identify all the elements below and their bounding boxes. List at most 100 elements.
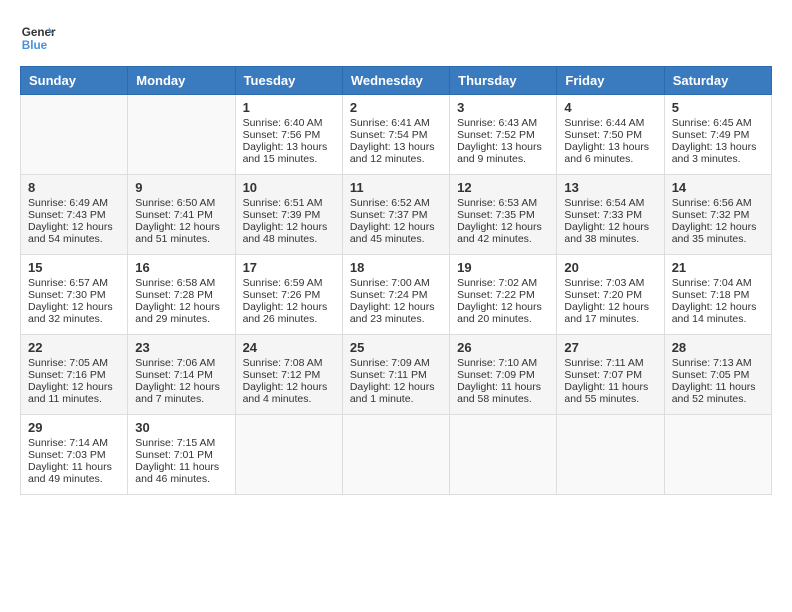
day-number: 17 <box>243 260 335 275</box>
sunrise-text: Sunrise: 6:56 AM <box>672 197 752 209</box>
header-cell-friday: Friday <box>557 67 664 95</box>
sunset-text: Sunset: 7:26 PM <box>243 289 321 301</box>
daylight-label: Daylight: 12 hours and 51 minutes. <box>135 221 220 245</box>
day-number: 19 <box>457 260 549 275</box>
sunrise-text: Sunrise: 6:49 AM <box>28 197 108 209</box>
daylight-label: Daylight: 12 hours and 23 minutes. <box>350 301 435 325</box>
day-number: 23 <box>135 340 227 355</box>
calendar-cell: 20Sunrise: 7:03 AMSunset: 7:20 PMDayligh… <box>557 255 664 335</box>
sunrise-text: Sunrise: 7:10 AM <box>457 357 537 369</box>
calendar-cell: 22Sunrise: 7:05 AMSunset: 7:16 PMDayligh… <box>21 335 128 415</box>
calendar-cell: 27 Sunrise: 7:11 AMSunset: 7:07 PMDayligh… <box>557 335 664 415</box>
day-number: 8 <box>28 180 120 195</box>
daylight-label: Daylight: 12 hours and 48 minutes. <box>243 221 328 245</box>
calendar-cell: 18Sunrise: 7:00 AMSunset: 7:24 PMDayligh… <box>342 255 449 335</box>
daylight-label: Daylight: 13 hours and 9 minutes. <box>457 141 542 165</box>
sunset-text: Sunset: 7:50 PM <box>564 129 642 141</box>
header-cell-saturday: Saturday <box>664 67 771 95</box>
day-number: 20 <box>564 260 656 275</box>
daylight-label: Daylight: 12 hours and 54 minutes. <box>28 221 113 245</box>
sunrise-text: Sunrise: 6:41 AM <box>350 117 430 129</box>
day-number: 15 <box>28 260 120 275</box>
calendar-cell: 23Sunrise: 7:06 AMSunset: 7:14 PMDayligh… <box>128 335 235 415</box>
header-cell-thursday: Thursday <box>450 67 557 95</box>
day-number: 2 <box>350 100 442 115</box>
sunrise-text: Sunrise: 6:50 AM <box>135 197 215 209</box>
daylight-label: Daylight: 11 hours and 55 minutes. <box>564 381 648 405</box>
day-number: 25 <box>350 340 442 355</box>
calendar-cell: 15Sunrise: 6:57 AMSunset: 7:30 PMDayligh… <box>21 255 128 335</box>
daylight-label: Daylight: 12 hours and 20 minutes. <box>457 301 542 325</box>
sunset-text: Sunset: 7:03 PM <box>28 449 106 461</box>
calendar-cell: 24Sunrise: 7:08 AMSunset: 7:12 PMDayligh… <box>235 335 342 415</box>
sunset-text: Sunset: 7:09 PM <box>457 369 535 381</box>
calendar-week-row: 8Sunrise: 6:49 AMSunset: 7:43 PMDaylight… <box>21 175 772 255</box>
calendar-cell: 3Sunrise: 6:43 AMSunset: 7:52 PMDaylight… <box>450 95 557 175</box>
calendar-week-row: 1Sunrise: 6:40 AMSunset: 7:56 PMDaylight… <box>21 95 772 175</box>
sunrise-text: Sunrise: 6:44 AM <box>564 117 644 129</box>
daylight-label: Daylight: 13 hours and 6 minutes. <box>564 141 649 165</box>
calendar-cell: 28Sunrise: 7:13 AMSunset: 7:05 PMDayligh… <box>664 335 771 415</box>
sunset-text: Sunset: 7:28 PM <box>135 289 213 301</box>
daylight-label: Daylight: 11 hours and 58 minutes. <box>457 381 541 405</box>
daylight-label: Daylight: 13 hours and 15 minutes. <box>243 141 328 165</box>
calendar-cell: 5Sunrise: 6:45 AMSunset: 7:49 PMDaylight… <box>664 95 771 175</box>
daylight-label: Daylight: 12 hours and 4 minutes. <box>243 381 328 405</box>
sunset-text: Sunset: 7:16 PM <box>28 369 106 381</box>
calendar-cell: 26Sunrise: 7:10 AMSunset: 7:09 PMDayligh… <box>450 335 557 415</box>
header-cell-wednesday: Wednesday <box>342 67 449 95</box>
daylight-label: Daylight: 12 hours and 26 minutes. <box>243 301 328 325</box>
daylight-label: Daylight: 12 hours and 29 minutes. <box>135 301 220 325</box>
sunrise-text: Sunrise: 7:04 AM <box>672 277 752 289</box>
daylight-label: Daylight: 12 hours and 1 minute. <box>350 381 435 405</box>
sunset-text: Sunset: 7:52 PM <box>457 129 535 141</box>
daylight-label: Daylight: 12 hours and 7 minutes. <box>135 381 220 405</box>
calendar-cell: 4 Sunrise: 6:44 AMSunset: 7:50 PMDaylight… <box>557 95 664 175</box>
sunset-text: Sunset: 7:37 PM <box>350 209 428 221</box>
daylight-label: Daylight: 13 hours and 3 minutes. <box>672 141 757 165</box>
calendar-cell: 2Sunrise: 6:41 AMSunset: 7:54 PMDaylight… <box>342 95 449 175</box>
daylight-label: Daylight: 12 hours and 17 minutes. <box>564 301 649 325</box>
sunset-text: Sunset: 7:11 PM <box>350 369 427 381</box>
header-cell-monday: Monday <box>128 67 235 95</box>
header-cell-tuesday: Tuesday <box>235 67 342 95</box>
sunrise-text: Sunrise: 6:40 AM <box>243 117 323 129</box>
day-number: 13 <box>564 180 656 195</box>
day-number: 24 <box>243 340 335 355</box>
daylight-label: Daylight: 12 hours and 42 minutes. <box>457 221 542 245</box>
calendar-cell <box>21 95 128 175</box>
day-number: 28 <box>672 340 764 355</box>
sunrise-text: Sunrise: 7:05 AM <box>28 357 108 369</box>
daylight-label: Daylight: 12 hours and 38 minutes. <box>564 221 649 245</box>
calendar-week-row: 22Sunrise: 7:05 AMSunset: 7:16 PMDayligh… <box>21 335 772 415</box>
sunset-text: Sunset: 7:41 PM <box>135 209 213 221</box>
sunrise-text: Sunrise: 6:52 AM <box>350 197 430 209</box>
sunrise-text: Sunrise: 6:53 AM <box>457 197 537 209</box>
daylight-label: Daylight: 11 hours and 49 minutes. <box>28 461 112 485</box>
sunrise-text: Sunrise: 7:13 AM <box>672 357 752 369</box>
sunrise-text: Sunrise: 6:43 AM <box>457 117 537 129</box>
logo: General Blue <box>20 20 56 56</box>
day-number: 11 <box>350 180 442 195</box>
header-cell-sunday: Sunday <box>21 67 128 95</box>
sunrise-text: Sunrise: 7:03 AM <box>564 277 644 289</box>
day-number: 27 <box>564 340 656 355</box>
sunrise-text: Sunrise: 6:45 AM <box>672 117 752 129</box>
calendar-body: 1Sunrise: 6:40 AMSunset: 7:56 PMDaylight… <box>21 95 772 495</box>
sunset-text: Sunset: 7:05 PM <box>672 369 750 381</box>
calendar-cell: 21Sunrise: 7:04 AMSunset: 7:18 PMDayligh… <box>664 255 771 335</box>
sunrise-text: Sunrise: 7:11 AM <box>564 357 643 369</box>
calendar-cell <box>128 95 235 175</box>
sunset-text: Sunset: 7:07 PM <box>564 369 642 381</box>
day-number: 4 <box>564 100 656 115</box>
sunrise-text: Sunrise: 6:57 AM <box>28 277 108 289</box>
sunrise-text: Sunrise: 6:59 AM <box>243 277 323 289</box>
day-number: 1 <box>243 100 335 115</box>
header-row: SundayMondayTuesdayWednesdayThursdayFrid… <box>21 67 772 95</box>
sunrise-text: Sunrise: 6:54 AM <box>564 197 644 209</box>
calendar-cell <box>450 415 557 495</box>
day-number: 30 <box>135 420 227 435</box>
logo-icon: General Blue <box>20 20 56 56</box>
daylight-label: Daylight: 12 hours and 11 minutes. <box>28 381 113 405</box>
sunrise-text: Sunrise: 6:58 AM <box>135 277 215 289</box>
